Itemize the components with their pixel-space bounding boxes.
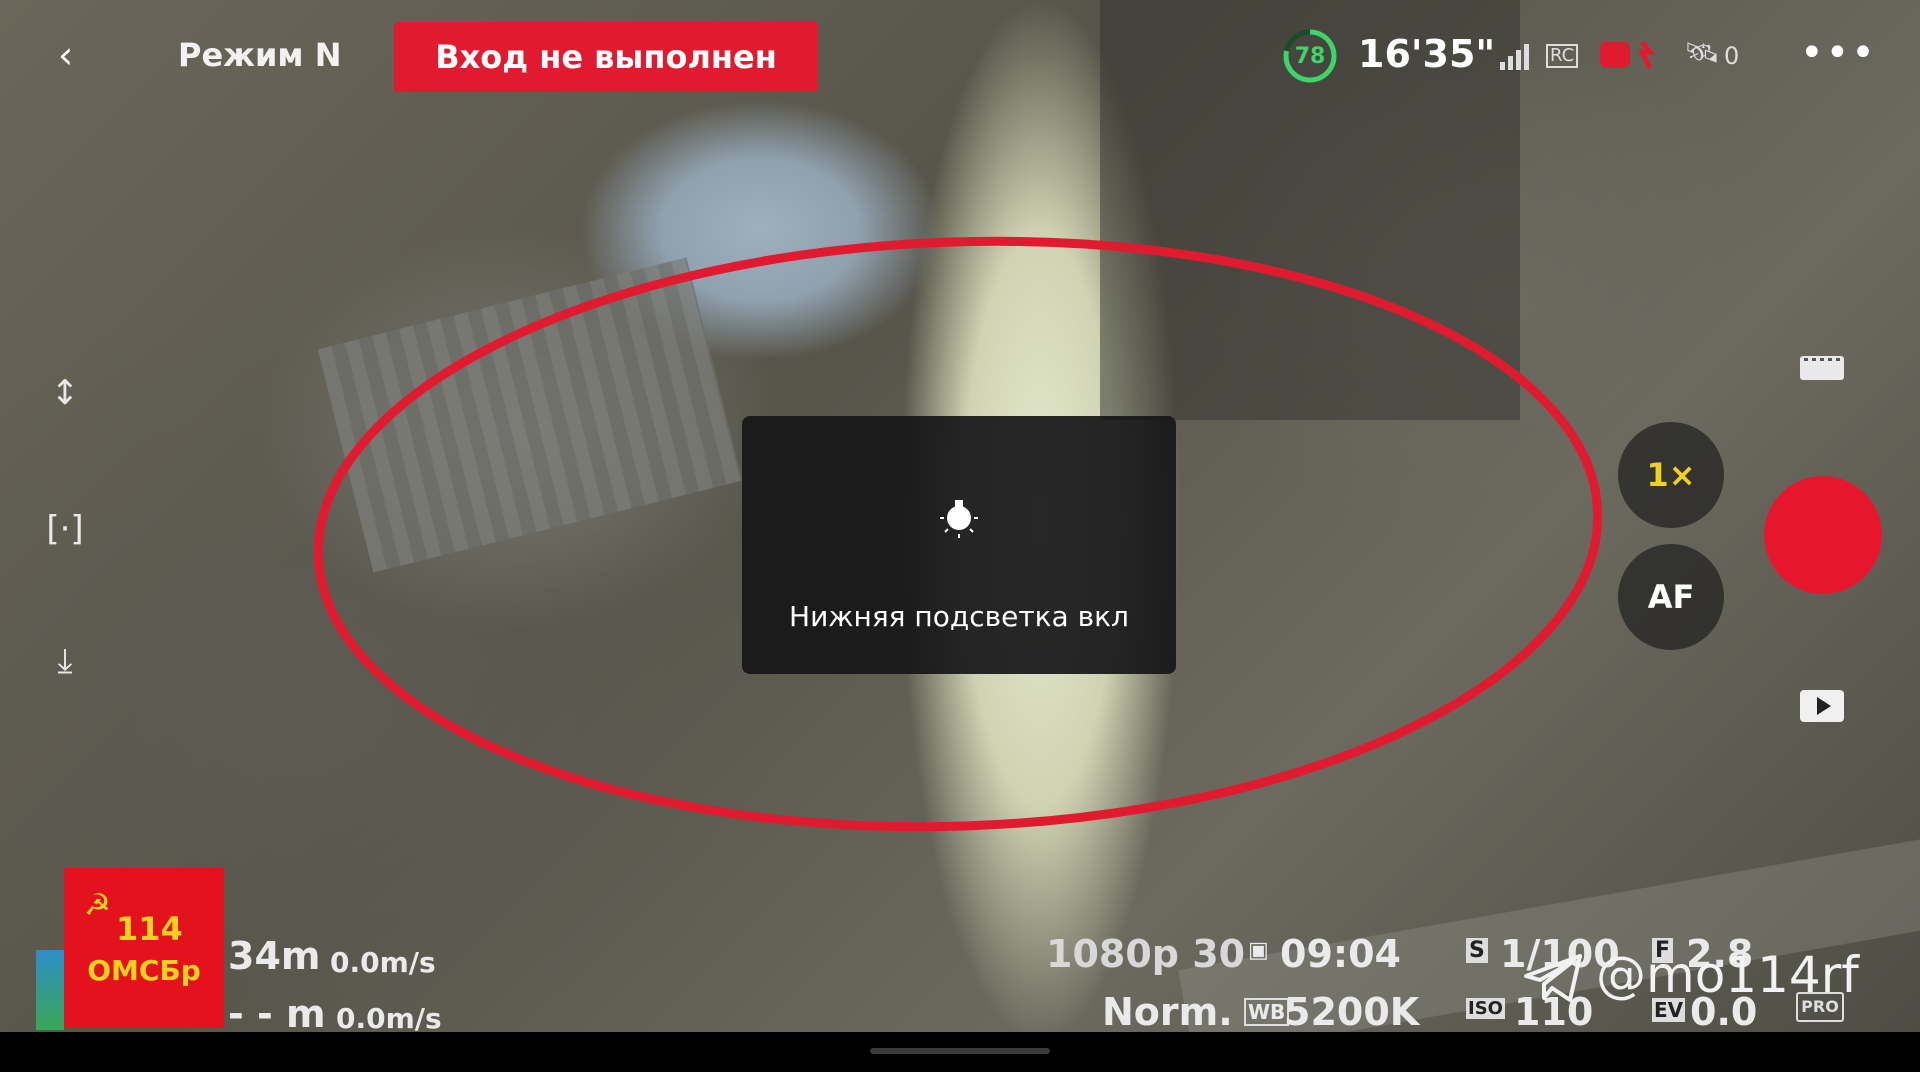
remaining-time: 09:04 [1280, 932, 1401, 976]
wb-icon: WB [1244, 998, 1290, 1026]
playback-icon[interactable] [1798, 688, 1846, 724]
logo-name: ОМСБр [87, 954, 201, 987]
logo-number: 114 [116, 910, 183, 948]
pro-mode-badge[interactable]: PRO [1796, 992, 1844, 1022]
login-warning-text: Вход не выполнен [435, 38, 777, 76]
photo-video-switch-icon[interactable] [1798, 352, 1846, 384]
color-profile: Norm. [1102, 990, 1233, 1034]
toast-message: Нижняя подсветка вкл [789, 600, 1129, 633]
zoom-button[interactable]: 1× [1618, 422, 1724, 528]
flag-strip [36, 950, 64, 1030]
white-balance: 5200K [1284, 990, 1420, 1034]
hammer-sickle-icon: ☭ [84, 888, 111, 923]
zoom-label: 1× [1646, 456, 1696, 494]
bulb-icon [940, 500, 978, 538]
return-home-icon[interactable]: ⤓ [40, 636, 90, 686]
signal-icon [1500, 44, 1529, 70]
sd-card-icon: ▣ [1248, 938, 1269, 963]
satellite-count: 0 [1724, 42, 1740, 70]
resolution: 1080p 30 [1046, 932, 1246, 976]
telegram-icon [1524, 954, 1582, 1002]
record-button[interactable] [1764, 476, 1882, 594]
flight-mode-label[interactable]: Режим N [178, 36, 342, 74]
brigade-logo: ☭ 114 ОМСБр [64, 868, 224, 1028]
home-indicator [870, 1048, 1050, 1054]
altitude: 34m [228, 934, 321, 978]
gimbal-icon[interactable]: ↕ [40, 368, 90, 418]
login-warning-badge[interactable]: Вход не выполнен [394, 22, 818, 92]
focus-frame-icon[interactable]: [·] [40, 504, 90, 554]
distance: - - m [228, 992, 326, 1036]
ellipsis-icon[interactable]: ••• [1800, 30, 1877, 76]
satellite-icon: 🛰 [1684, 36, 1720, 69]
top-bar: ‹ Режим N Вход не выполнен 78 16'35" RC … [0, 0, 1920, 110]
vertical-speed: 0.0m/s [330, 946, 436, 979]
iso-icon: ISO [1466, 998, 1505, 1019]
af-label: AF [1647, 578, 1695, 616]
toast-notification: Нижняя подсветка вкл [742, 416, 1176, 674]
battery-percent: 78 [1294, 44, 1326, 69]
chevron-left-icon[interactable]: ‹ [58, 36, 88, 74]
rc-badge: RC [1546, 44, 1579, 68]
hd-link-icon [1600, 40, 1656, 70]
autofocus-button[interactable]: AF [1618, 544, 1724, 650]
horizontal-speed: 0.0m/s [336, 1002, 442, 1035]
flight-time: 16'35" [1358, 32, 1496, 76]
shutter-icon: S [1466, 938, 1488, 963]
